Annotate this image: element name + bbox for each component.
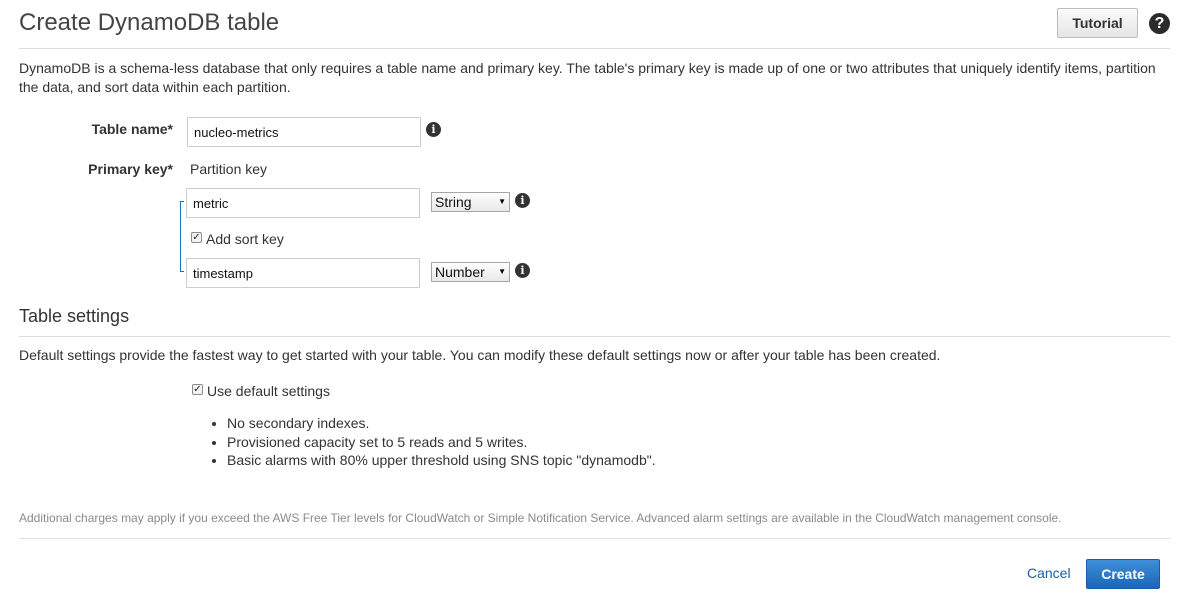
- add-sort-key-label[interactable]: Add sort key: [206, 230, 284, 249]
- list-item: Provisioned capacity set to 5 reads and …: [227, 433, 907, 452]
- info-icon[interactable]: i: [515, 193, 530, 208]
- list-item: No secondary indexes.: [227, 414, 907, 433]
- sort-key-input[interactable]: [186, 258, 420, 288]
- cancel-button[interactable]: Cancel: [1027, 565, 1071, 581]
- charges-footnote: Additional charges may apply if you exce…: [19, 511, 1062, 525]
- caret-down-icon: ▼: [498, 197, 506, 206]
- use-default-settings-checkbox[interactable]: ✓: [192, 384, 203, 395]
- tutorial-button[interactable]: Tutorial: [1057, 8, 1138, 38]
- partition-key-type-select[interactable]: String ▼: [431, 192, 510, 212]
- key-bracket-top: [180, 201, 184, 202]
- page-title: Create DynamoDB table: [19, 9, 280, 36]
- add-sort-key-checkbox[interactable]: ✓: [191, 232, 202, 243]
- info-icon[interactable]: i: [426, 122, 441, 137]
- primary-key-label: Primary key*: [88, 161, 173, 177]
- partition-key-type-value: String: [435, 194, 472, 210]
- key-bracket-bottom: [180, 271, 184, 272]
- list-item: Basic alarms with 80% upper threshold us…: [227, 451, 907, 470]
- caret-down-icon: ▼: [498, 267, 506, 276]
- info-icon[interactable]: i: [515, 263, 530, 278]
- sort-key-type-value: Number: [435, 264, 485, 280]
- intro-text: DynamoDB is a schema-less database that …: [19, 60, 1156, 95]
- header-divider: [19, 48, 1170, 49]
- settings-divider: [19, 336, 1170, 337]
- default-settings-list: No secondary indexes. Provisioned capaci…: [207, 414, 907, 470]
- table-name-label: Table name*: [91, 121, 173, 137]
- table-settings-title: Table settings: [19, 306, 130, 326]
- question-circle-icon[interactable]: ?: [1149, 13, 1170, 34]
- sort-key-type-select[interactable]: Number ▼: [431, 262, 510, 282]
- partition-key-input[interactable]: [186, 188, 420, 218]
- footer-divider: [19, 538, 1170, 539]
- use-default-settings-label[interactable]: Use default settings: [207, 382, 330, 401]
- key-bracket: [180, 201, 181, 272]
- table-name-input[interactable]: [187, 117, 421, 147]
- partition-key-label: Partition key: [190, 161, 268, 177]
- create-button[interactable]: Create: [1086, 559, 1160, 589]
- settings-description: Default settings provide the fastest way…: [19, 347, 941, 363]
